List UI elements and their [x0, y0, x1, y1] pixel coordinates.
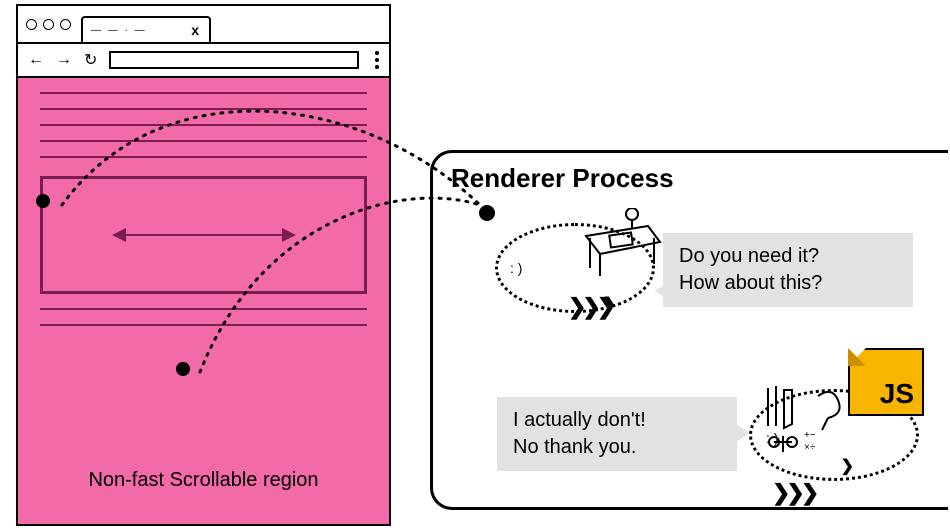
back-icon[interactable]: ← [28, 51, 44, 69]
svg-text:+−: +− [804, 430, 816, 441]
bubble-line: No thank you. [513, 434, 721, 461]
bubble-line: I actually don't! [513, 407, 721, 434]
content-line [40, 324, 367, 326]
desk-icon [576, 208, 666, 278]
reload-icon[interactable]: ↻ [84, 50, 97, 70]
url-bar[interactable] [109, 51, 359, 69]
browser-window: — — · — x ← → ↻ Non-fast Scrollable regi… [16, 4, 391, 526]
js-label: JS [880, 378, 914, 410]
dev-tools-icon: +− ×÷ [762, 380, 842, 463]
event-point-dot [36, 194, 50, 208]
window-dot [43, 19, 54, 30]
window-dot [60, 19, 71, 30]
content-line [40, 92, 367, 94]
event-point-dot [176, 362, 190, 376]
scrollable-region[interactable] [40, 176, 367, 294]
speech-bubble-compositor: Do you need it? How about this? [663, 233, 913, 307]
content-line [40, 308, 367, 310]
renderer-title: Renderer Process [451, 163, 674, 194]
chevrons-icon: ❯❯❯ [772, 480, 815, 506]
page-fold-icon [848, 348, 866, 366]
window-controls [26, 19, 71, 30]
bubble-line: How about this? [679, 270, 897, 297]
region-label: Non-fast Scrollable region [18, 469, 389, 492]
tab-bar: — — · — x [18, 6, 389, 44]
tab-title: — — · — [91, 25, 147, 36]
bubble-line: Do you need it? [679, 243, 897, 270]
content-line [40, 108, 367, 110]
chevrons-icon: ❯❯❯ [568, 294, 611, 320]
horizontal-scroll-arrow-icon [124, 234, 284, 236]
browser-toolbar: ← → ↻ [18, 44, 389, 78]
speech-tail-icon [735, 423, 749, 443]
content-line [40, 140, 367, 142]
forward-icon[interactable]: → [56, 51, 72, 69]
browser-tab[interactable]: — — · — x [81, 16, 211, 42]
window-dot [26, 19, 37, 30]
svg-text:×÷: ×÷ [804, 442, 816, 453]
speech-bubble-main-thread: I actually don't! No thank you. [497, 397, 737, 471]
face-icon: : ) [510, 260, 522, 276]
menu-icon[interactable] [375, 51, 379, 69]
renderer-process-box: Renderer Process : ) ❯ ❯❯❯ : ) ❯ ❯❯❯ Do … [430, 150, 948, 510]
content-line [40, 156, 367, 158]
renderer-entry-dot [479, 205, 495, 221]
tab-close-icon[interactable]: x [191, 22, 201, 38]
page-content: Non-fast Scrollable region [18, 78, 389, 524]
content-line [40, 124, 367, 126]
